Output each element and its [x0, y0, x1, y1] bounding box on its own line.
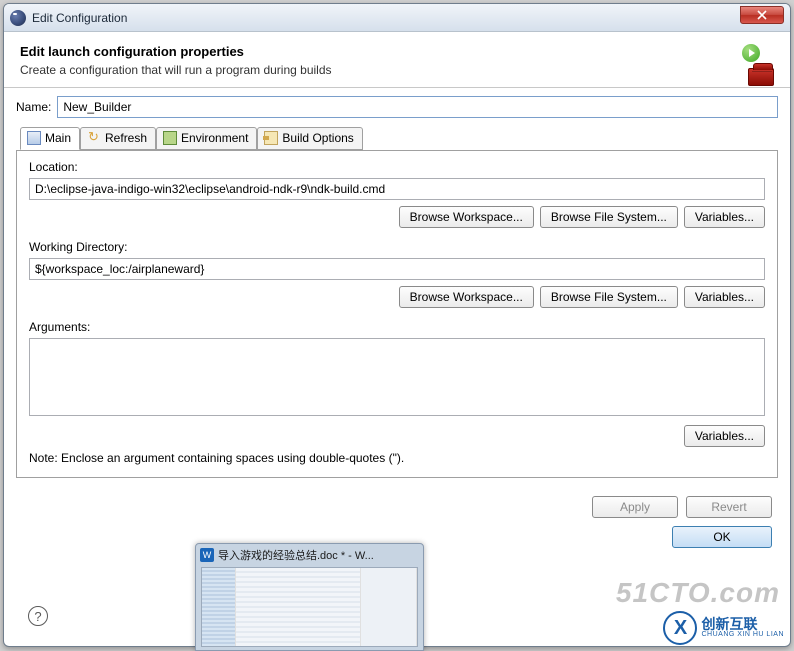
run-icon	[742, 44, 760, 62]
close-button[interactable]	[740, 6, 784, 24]
titlebar[interactable]: Edit Configuration	[4, 4, 790, 32]
ok-button[interactable]: OK	[672, 526, 772, 548]
tab-environment[interactable]: Environment	[156, 127, 257, 150]
workdir-browse-filesystem-button[interactable]: Browse File System...	[540, 286, 678, 308]
location-label: Location:	[29, 160, 765, 174]
wps-icon: W	[200, 548, 214, 562]
header-title: Edit launch configuration properties	[20, 44, 774, 59]
workdir-browse-workspace-button[interactable]: Browse Workspace...	[399, 286, 534, 308]
arguments-textarea[interactable]	[29, 338, 765, 416]
header-description: Create a configuration that will run a p…	[20, 63, 774, 77]
toolbox-icon	[748, 68, 774, 86]
name-label: Name:	[16, 100, 51, 114]
arguments-button-row: Variables...	[29, 425, 765, 447]
location-browse-filesystem-button[interactable]: Browse File System...	[540, 206, 678, 228]
content-area: Name: Main Refresh Environment Build Opt…	[4, 88, 790, 488]
location-variables-button[interactable]: Variables...	[684, 206, 765, 228]
taskbar-thumbnail[interactable]: W 导入游戏的经验总结.doc * - W...	[195, 543, 424, 651]
location-input[interactable]	[29, 178, 765, 200]
location-browse-workspace-button[interactable]: Browse Workspace...	[399, 206, 534, 228]
arguments-note: Note: Enclose an argument containing spa…	[29, 451, 765, 465]
header-icon-group	[740, 44, 774, 86]
apply-button[interactable]: Apply	[592, 496, 678, 518]
revert-button[interactable]: Revert	[686, 496, 772, 518]
main-tab-icon	[27, 131, 41, 145]
thumbnail-preview	[201, 567, 418, 647]
refresh-tab-icon	[87, 131, 101, 145]
tab-build-options-label: Build Options	[282, 131, 353, 145]
tab-build-options[interactable]: Build Options	[257, 127, 362, 150]
location-button-row: Browse Workspace... Browse File System..…	[29, 206, 765, 228]
workdir-button-row: Browse Workspace... Browse File System..…	[29, 286, 765, 308]
workdir-input[interactable]	[29, 258, 765, 280]
arguments-variables-button[interactable]: Variables...	[684, 425, 765, 447]
help-button[interactable]: ?	[28, 606, 48, 626]
tab-refresh-label: Refresh	[105, 131, 147, 145]
name-input[interactable]	[57, 96, 778, 118]
workdir-variables-button[interactable]: Variables...	[684, 286, 765, 308]
tab-environment-label: Environment	[181, 131, 248, 145]
header-panel: Edit launch configuration properties Cre…	[4, 32, 790, 88]
main-tab-panel: Location: Browse Workspace... Browse Fil…	[16, 150, 778, 478]
window-title: Edit Configuration	[32, 11, 740, 25]
tab-main-label: Main	[45, 131, 71, 145]
thumbnail-title: 导入游戏的经验总结.doc * - W...	[218, 547, 419, 563]
arguments-label: Arguments:	[29, 320, 765, 334]
tab-main[interactable]: Main	[20, 127, 80, 150]
eclipse-icon	[10, 10, 26, 26]
environment-tab-icon	[163, 131, 177, 145]
workdir-label: Working Directory:	[29, 240, 765, 254]
name-row: Name:	[16, 96, 778, 118]
close-icon	[757, 10, 767, 20]
tab-bar: Main Refresh Environment Build Options	[16, 127, 778, 151]
tab-refresh[interactable]: Refresh	[80, 127, 156, 150]
apply-revert-row: Apply Revert	[4, 488, 790, 522]
thumbnail-header: W 导入游戏的经验总结.doc * - W...	[196, 544, 423, 565]
build-options-tab-icon	[264, 131, 278, 145]
